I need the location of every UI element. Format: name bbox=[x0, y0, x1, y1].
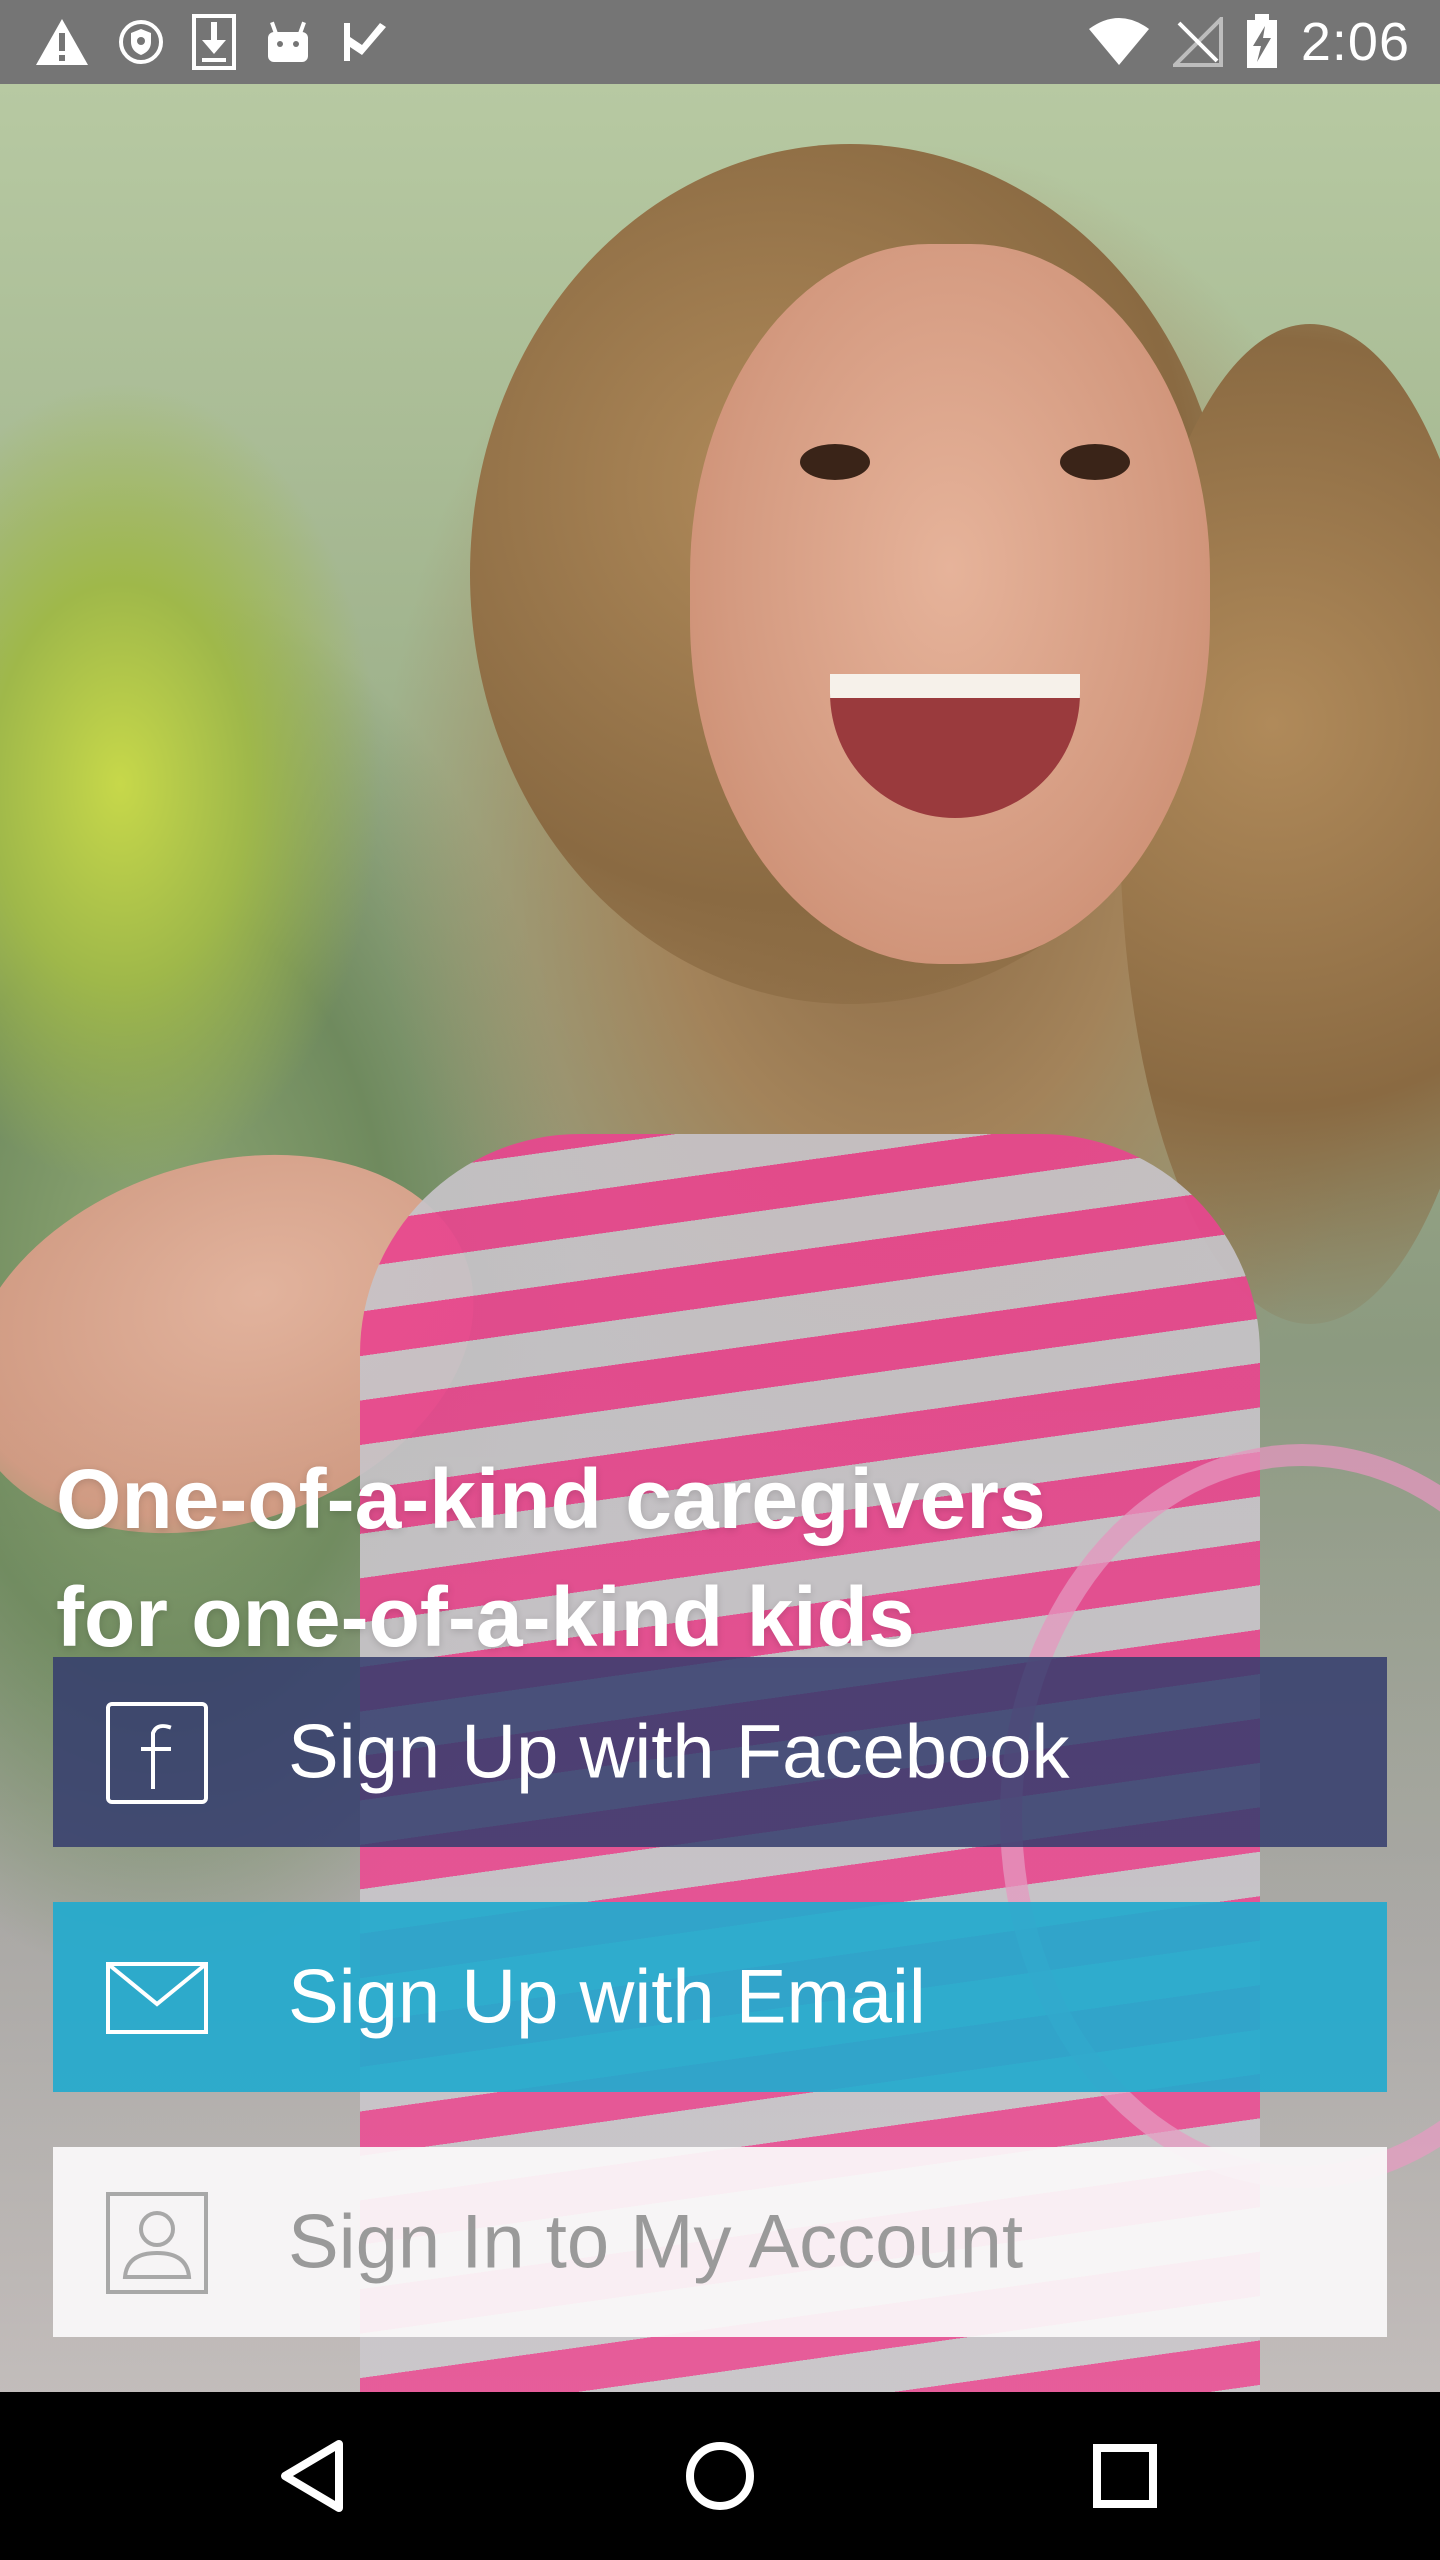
status-bar-notifications bbox=[34, 14, 390, 70]
no-signal-icon bbox=[1172, 17, 1223, 67]
android-icon bbox=[264, 18, 312, 66]
signup-email-label: Sign Up with Email bbox=[288, 1954, 926, 2040]
facebook-icon bbox=[105, 1701, 209, 1805]
shield-icon bbox=[118, 19, 164, 65]
battery-charging-icon bbox=[1245, 14, 1279, 70]
status-bar: 2:06 bbox=[0, 0, 1440, 84]
hero-headline: One-of-a-kind caregivers for one-of-a-ki… bbox=[56, 1440, 1256, 1676]
download-icon bbox=[192, 14, 236, 70]
navigation-bar bbox=[0, 2392, 1440, 2560]
status-time: 2:06 bbox=[1300, 12, 1410, 72]
signup-facebook-button[interactable]: Sign Up with Facebook bbox=[53, 1657, 1387, 1847]
user-icon bbox=[105, 2191, 209, 2295]
envelope-icon bbox=[105, 1946, 209, 2050]
recents-icon[interactable] bbox=[1075, 2426, 1175, 2526]
home-icon[interactable] bbox=[670, 2426, 770, 2526]
check-flag-icon bbox=[340, 19, 390, 65]
signup-facebook-label: Sign Up with Facebook bbox=[288, 1709, 1070, 1795]
app-root: 2:06 One-of-a-kind caregivers for one-of… bbox=[0, 0, 1440, 2560]
wifi-icon bbox=[1087, 17, 1151, 67]
signin-label: Sign In to My Account bbox=[288, 2199, 1024, 2285]
signin-button[interactable]: Sign In to My Account bbox=[53, 2147, 1387, 2337]
signup-email-button[interactable]: Sign Up with Email bbox=[53, 1902, 1387, 2092]
back-icon[interactable] bbox=[265, 2426, 365, 2526]
status-bar-system: 2:06 bbox=[1087, 10, 1410, 74]
warning-icon bbox=[34, 17, 90, 67]
headline-line-1: One-of-a-kind caregivers bbox=[56, 1452, 1046, 1546]
